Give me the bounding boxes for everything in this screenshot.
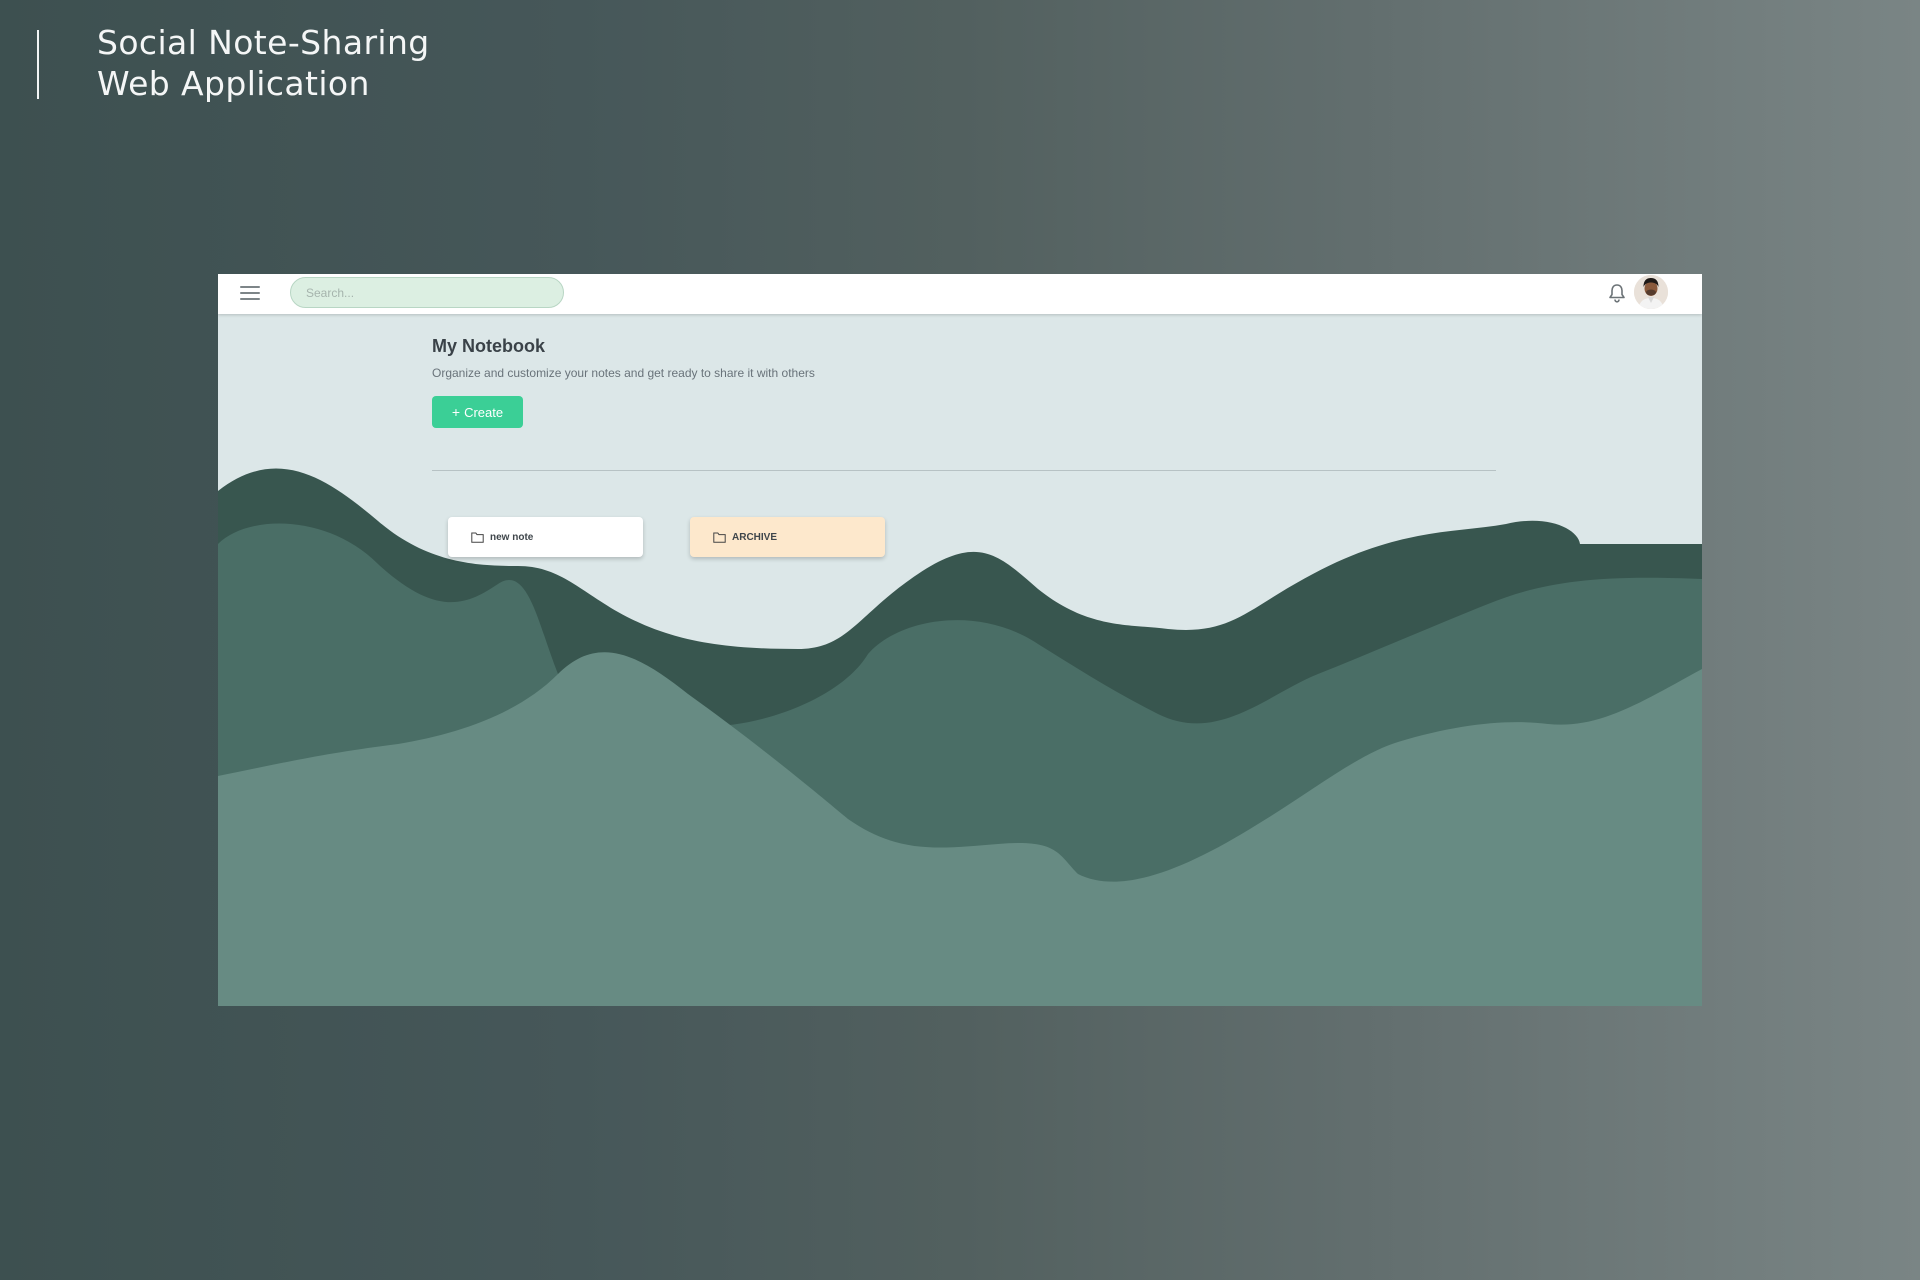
main-content: My Notebook Organize and customize your … bbox=[218, 274, 1702, 1006]
user-avatar[interactable] bbox=[1634, 275, 1668, 309]
folder-icon bbox=[713, 532, 726, 543]
page-subtitle: Organize and customize your notes and ge… bbox=[432, 366, 815, 380]
folder-card-label: ARCHIVE bbox=[732, 531, 778, 543]
folder-icon bbox=[471, 532, 484, 543]
create-button[interactable]: + Create bbox=[432, 396, 523, 428]
divider bbox=[432, 470, 1496, 471]
presentation-title-line-2: Web Application bbox=[97, 64, 370, 103]
folder-card-label: new note bbox=[490, 531, 534, 543]
folder-card-new-note[interactable]: new note bbox=[448, 517, 643, 557]
folder-card-archive[interactable]: ARCHIVE bbox=[690, 517, 885, 557]
presentation-title-line-1: Social Note-Sharing bbox=[97, 23, 430, 62]
create-button-label: Create bbox=[464, 404, 504, 420]
top-navigation-bar bbox=[218, 274, 1702, 314]
hamburger-menu-icon[interactable] bbox=[240, 285, 260, 301]
bell-icon[interactable] bbox=[1607, 282, 1627, 304]
search-input[interactable] bbox=[290, 277, 564, 308]
plus-icon: + bbox=[451, 404, 461, 420]
app-screenshot: My Notebook Organize and customize your … bbox=[218, 274, 1702, 1006]
presentation-title: Social Note-Sharing Web Application bbox=[97, 22, 430, 104]
accent-line bbox=[37, 30, 39, 99]
page-title: My Notebook bbox=[432, 336, 546, 356]
